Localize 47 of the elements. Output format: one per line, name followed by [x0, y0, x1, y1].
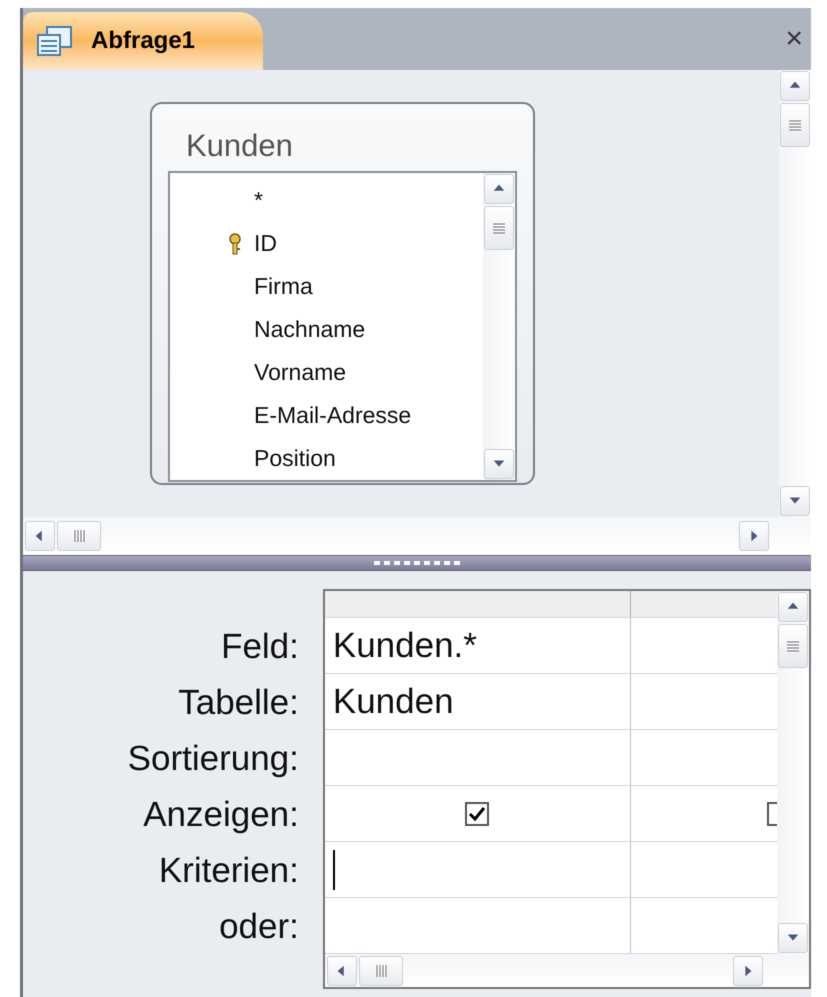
scroll-up-button[interactable] — [484, 174, 514, 204]
field-name[interactable]: E-Mail-Adresse — [254, 398, 412, 433]
checkbox[interactable] — [465, 802, 490, 826]
field-name[interactable]: Vorname — [254, 355, 346, 390]
grid-cell[interactable]: Kunden — [324, 674, 631, 729]
field-name[interactable]: Firma — [254, 269, 313, 304]
scroll-up-button[interactable] — [778, 592, 808, 622]
field-name[interactable]: * — [254, 183, 263, 218]
row-label: Anzeigen: — [142, 794, 300, 836]
row-label: Sortierung: — [126, 738, 300, 780]
field-name[interactable]: Position — [254, 441, 336, 476]
row-label: oder: — [218, 906, 300, 948]
scroll-right-button[interactable] — [733, 956, 763, 986]
field-name[interactable]: ID — [254, 226, 277, 261]
scrollbar-thumb[interactable] — [484, 206, 514, 250]
scroll-up-button[interactable] — [780, 71, 810, 101]
scrollbar-thumb[interactable] — [778, 624, 808, 668]
tab-title: Abfrage1 — [91, 26, 196, 56]
scroll-down-button[interactable] — [780, 486, 810, 516]
scrollbar-thumb[interactable] — [780, 103, 810, 147]
grid-cell[interactable]: Kunden.* — [324, 618, 631, 673]
scroll-left-button[interactable] — [326, 956, 357, 986]
scroll-right-button[interactable] — [739, 521, 769, 551]
scrollbar-thumb[interactable] — [358, 956, 403, 986]
row-label: Feld: — [220, 626, 300, 668]
scroll-left-button[interactable] — [25, 521, 55, 551]
scroll-down-button[interactable] — [778, 923, 808, 953]
query-tab[interactable]: Abfrage1 — [23, 12, 263, 70]
scroll-down-button[interactable] — [484, 449, 514, 479]
vertical-scrollbar[interactable] — [483, 173, 515, 480]
scrollbar-thumb[interactable] — [57, 521, 101, 551]
cell-text: Kunden.* — [332, 628, 477, 663]
table-box[interactable]: Kunden * ID Firma Nachname Vorname E-Mail-Adresse Position — [150, 102, 535, 485]
close-button[interactable]: × — [785, 24, 803, 54]
horizontal-scrollbar[interactable] — [23, 517, 811, 555]
query-icon — [37, 26, 73, 56]
horizontal-scrollbar[interactable] — [324, 954, 809, 987]
table-title: Kunden — [185, 127, 294, 165]
row-label: Tabelle: — [177, 682, 300, 724]
vertical-scrollbar[interactable] — [777, 591, 809, 954]
vertical-scrollbar[interactable] — [779, 70, 811, 517]
check-icon — [468, 806, 486, 822]
key-icon — [228, 232, 242, 254]
cell-text: Kunden — [332, 684, 454, 719]
grip-icon — [372, 560, 462, 566]
row-label: Kriterien: — [158, 850, 300, 892]
field-name[interactable]: Nachname — [254, 312, 366, 347]
